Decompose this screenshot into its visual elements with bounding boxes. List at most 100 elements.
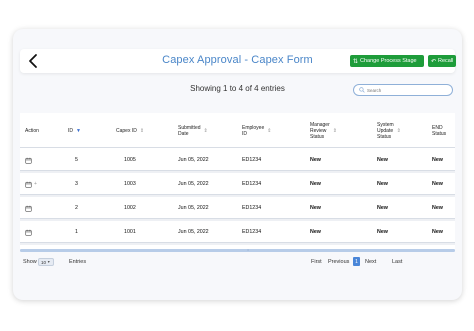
recall-button[interactable]: ↶ Recall <box>428 55 456 67</box>
table-footer: Show 10 ▼ Entries First Previous 1 Next … <box>13 254 462 270</box>
column-header-label-line: Status <box>377 133 392 140</box>
column-header-label-line: Submitted <box>178 124 201 131</box>
column-header-manager-review-status[interactable]: Manager Review Status ⇕ <box>310 113 337 148</box>
column-header-label: System Update Status <box>377 122 394 140</box>
sort-icon[interactable]: ⇕ <box>267 128 271 134</box>
column-header-action: Action <box>25 113 39 148</box>
cell-end: New <box>432 229 443 235</box>
calendar-icon[interactable] <box>25 181 32 188</box>
row-action-cell: + <box>25 173 37 195</box>
cell-date: Jun 05, 2022 <box>178 205 209 211</box>
column-header-label-line: Status <box>310 133 325 140</box>
chevron-down-icon: ▼ <box>47 260 51 264</box>
first-page-link[interactable]: First <box>311 259 322 265</box>
cell-id: 2 <box>75 205 78 211</box>
capex-card: Capex Approval - Capex Form ⇅ Change Pro… <box>13 29 462 300</box>
column-header-label-line: Update <box>377 127 394 134</box>
horizontal-scrollbar[interactable]: ::: <box>20 249 455 252</box>
show-label: Show <box>23 259 37 265</box>
search-icon <box>359 87 365 93</box>
column-header-end-status: END Status <box>432 113 446 148</box>
cell-capex-id: 1005 <box>124 157 136 163</box>
page-number-current[interactable]: 1 <box>353 257 360 266</box>
previous-page-link[interactable]: Previous <box>328 259 349 265</box>
cell-end: New <box>432 181 443 187</box>
recall-icon: ↶ <box>431 58 437 65</box>
cell-capex-id: 1002 <box>124 205 136 211</box>
sort-icon[interactable]: ⇕ <box>333 128 337 134</box>
page-size-value: 10 <box>41 259 47 265</box>
column-header-label: END Status <box>432 125 446 137</box>
cell-system: New <box>377 229 388 235</box>
column-header-id[interactable]: ID ▼ <box>68 113 81 148</box>
cell-date: Jun 05, 2022 <box>178 229 209 235</box>
row-action-cell <box>25 197 32 219</box>
column-header-label: Capex ID <box>116 128 137 134</box>
column-header-label-line: Action <box>25 127 39 134</box>
cell-system: New <box>377 181 388 187</box>
cell-system: New <box>377 157 388 163</box>
search-input[interactable] <box>367 87 447 93</box>
cell-id: 1 <box>75 229 78 235</box>
cell-end: New <box>432 205 443 211</box>
row-action-cell <box>25 221 32 243</box>
column-header-submitted-date[interactable]: Submitted Date ⇕ <box>178 113 208 148</box>
sort-icon[interactable]: ⇕ <box>397 128 401 134</box>
entries-label: Entries <box>69 259 87 265</box>
column-header-label-line: Status <box>432 130 447 137</box>
column-header-employee-id[interactable]: Employee ID ⇕ <box>242 113 271 148</box>
sort-icon[interactable]: ⇕ <box>140 128 144 134</box>
cell-id: 3 <box>75 181 78 187</box>
cell-employee: ED1234 <box>242 157 262 163</box>
expand-icon[interactable]: + <box>34 181 37 187</box>
table-header: Action ID ▼ Capex ID ⇕ Submitted Date ⇕ Employee… <box>20 113 455 148</box>
table-row[interactable]: 1 1001 Jun 05, 2022 ED1234 New New New <box>20 221 455 243</box>
page-header: Capex Approval - Capex Form ⇅ Change Pro… <box>20 49 456 73</box>
last-page-link[interactable]: Last <box>392 259 402 265</box>
column-header-label: Submitted Date <box>178 125 201 137</box>
next-page-link[interactable]: Next <box>365 259 376 265</box>
cell-end: New <box>432 157 443 163</box>
sort-icon[interactable]: ▼ <box>76 128 81 134</box>
cell-capex-id: 1001 <box>124 229 136 235</box>
column-header-label-line: ID <box>68 127 73 134</box>
search-box[interactable] <box>353 84 453 96</box>
column-header-label-line: Capex ID <box>116 127 137 134</box>
scrollbar-thumb[interactable] <box>20 249 455 252</box>
scrollbar-grip-icon: ::: <box>246 248 250 252</box>
cell-system: New <box>377 205 388 211</box>
change-stage-label: Change Process Stage <box>360 58 417 64</box>
cell-employee: ED1234 <box>242 205 262 211</box>
column-header-label: Employee ID <box>242 125 264 137</box>
row-action-cell <box>25 149 32 171</box>
cell-manager: New <box>310 205 321 211</box>
column-header-label-line: Manager <box>310 121 330 128</box>
calendar-icon[interactable] <box>25 205 32 212</box>
cell-employee: ED1234 <box>242 181 262 187</box>
cell-id: 5 <box>75 157 78 163</box>
recall-label: Recall <box>438 58 454 64</box>
calendar-icon[interactable] <box>25 229 32 236</box>
cell-manager: New <box>310 181 321 187</box>
calendar-icon[interactable] <box>25 157 32 164</box>
column-header-label-line: System <box>377 121 394 128</box>
capex-table: Action ID ▼ Capex ID ⇕ Submitted Date ⇕ Employee… <box>20 113 455 249</box>
change-stage-icon: ⇅ <box>353 58 359 65</box>
change-process-stage-button[interactable]: ⇅ Change Process Stage <box>350 55 424 67</box>
row-separator <box>20 243 455 245</box>
sort-icon[interactable]: ⇕ <box>204 128 208 134</box>
table-row[interactable]: 5 1005 Jun 05, 2022 ED1234 New New New <box>20 149 455 171</box>
cell-employee: ED1234 <box>242 229 262 235</box>
cell-manager: New <box>310 229 321 235</box>
table-row[interactable]: +3 1003 Jun 05, 2022 ED1234 New New New <box>20 173 455 195</box>
cell-manager: New <box>310 157 321 163</box>
table-row[interactable]: 2 1002 Jun 05, 2022 ED1234 New New New <box>20 197 455 219</box>
page-size-select[interactable]: 10 ▼ <box>38 258 54 266</box>
column-header-label: ID <box>68 128 73 134</box>
column-header-label-line: ID <box>242 130 247 137</box>
cell-capex-id: 1003 <box>124 181 136 187</box>
cell-date: Jun 05, 2022 <box>178 157 209 163</box>
column-header-system-update-status[interactable]: System Update Status ⇕ <box>377 113 401 148</box>
column-header-label-line: Employee <box>242 124 265 131</box>
column-header-capex-id[interactable]: Capex ID ⇕ <box>116 113 144 148</box>
